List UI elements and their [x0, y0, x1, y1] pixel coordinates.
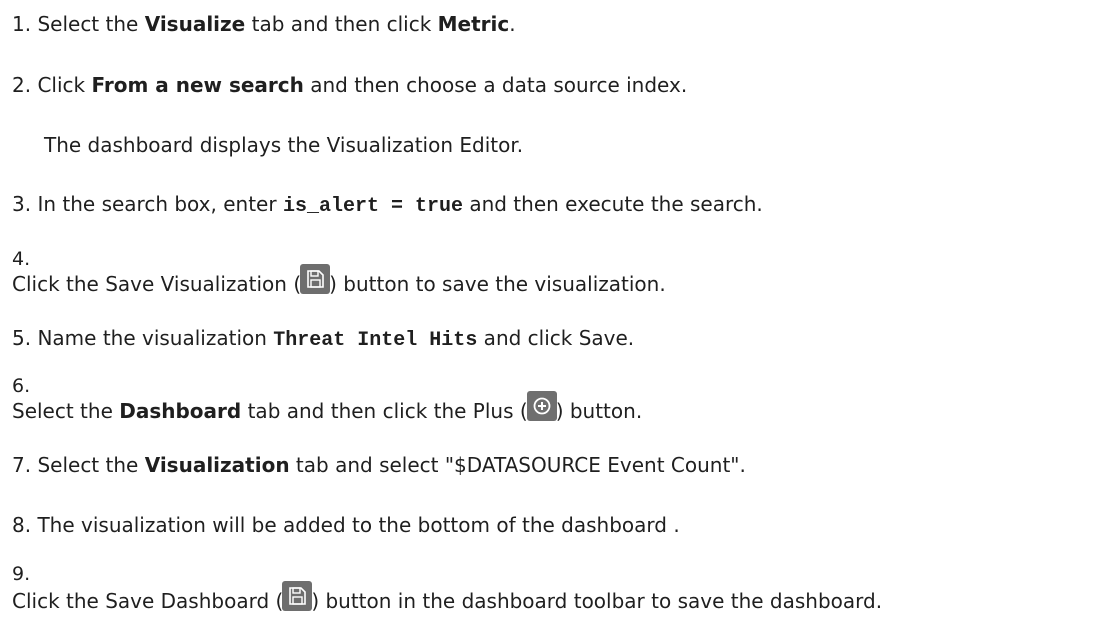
- step-text: Select the: [12, 399, 120, 423]
- visualize-tab-ref: Visualize: [144, 12, 246, 36]
- dashboard-tab-ref: Dashboard: [119, 399, 242, 423]
- step-text: and click Save.: [477, 326, 635, 350]
- step-text: In the search box, enter: [37, 192, 283, 216]
- step-5: 5. Name the visualization Threat Intel H…: [12, 326, 634, 353]
- step-text: tab and select "$DATASOURCE Event Count"…: [289, 453, 746, 477]
- step-body: Click the Save Visualization ( ) button …: [12, 264, 666, 296]
- step-body: Click the Save Dashboard ( ) button in t…: [12, 581, 882, 613]
- step-text: tab and then click the Plus (: [241, 399, 528, 423]
- step-number: 3.: [12, 192, 32, 216]
- instructions-page: { "steps": [ { "number": "1.", "parts": …: [0, 0, 1112, 633]
- step-3: 3. In the search box, enter is_alert = t…: [12, 192, 763, 219]
- step-text: Click: [37, 73, 92, 97]
- step-text: and then choose a data source index.: [303, 73, 688, 97]
- step-number: 5.: [12, 326, 32, 350]
- step-text: ) button to save the visualization.: [329, 272, 666, 296]
- step-8: 8. The visualization will be added to th…: [12, 513, 680, 537]
- search-query-code: is_alert = true: [282, 195, 463, 218]
- step-number: 7.: [12, 453, 32, 477]
- step-body: Select the Dashboard tab and then click …: [12, 391, 642, 423]
- step-text: Select the: [37, 453, 145, 477]
- step-text: tab and then click: [245, 12, 438, 36]
- step-text: Select the: [37, 12, 145, 36]
- visualization-tab-ref: Visualization: [144, 453, 290, 477]
- new-search-ref: From a new search: [91, 73, 304, 97]
- step-text: Click the Save Visualization (: [12, 272, 302, 296]
- visualization-name-code: Threat Intel Hits: [273, 329, 478, 352]
- step-text: and then execute the search.: [462, 192, 763, 216]
- step-text: .: [509, 12, 516, 36]
- step-text: ) button.: [555, 399, 643, 423]
- step-2-note: The dashboard displays the Visualization…: [44, 133, 524, 157]
- step-text: The visualization will be added to the b…: [37, 513, 680, 537]
- step-7: 7. Select the Visualization tab and sele…: [12, 453, 746, 477]
- metric-ref: Metric: [437, 12, 510, 36]
- step-text: Name the visualization: [37, 326, 274, 350]
- step-2: 2. Click From a new search and then choo…: [12, 73, 687, 97]
- step-text: Click the Save Dashboard (: [12, 589, 284, 613]
- save-disk-icon: [282, 581, 313, 611]
- step-number: 8.: [12, 513, 32, 537]
- plus-circle-icon: [526, 391, 557, 421]
- step-text: ) button in the dashboard toolbar to sav…: [311, 589, 883, 613]
- step-1: 1. Select the Visualize tab and then cli…: [12, 12, 516, 36]
- save-disk-icon: [300, 264, 331, 294]
- step-number: 1.: [12, 12, 32, 36]
- step-number: 2.: [12, 73, 32, 97]
